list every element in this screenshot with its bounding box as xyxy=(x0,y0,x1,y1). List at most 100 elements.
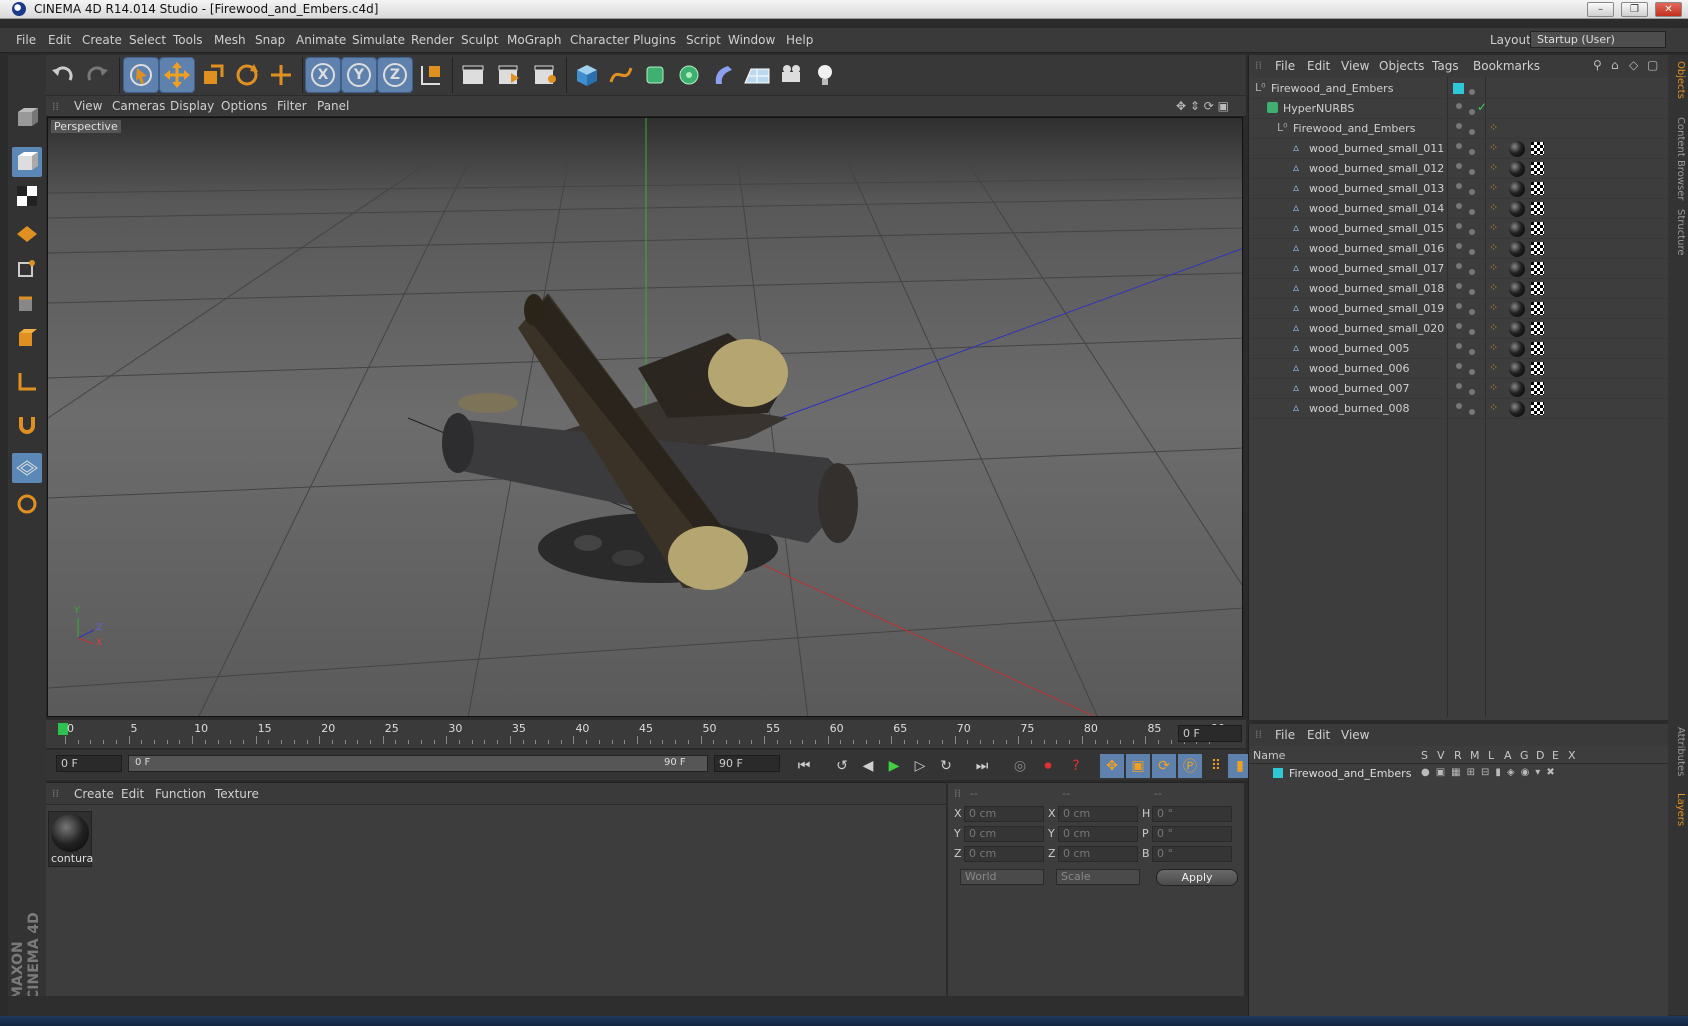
render-visibility-dot[interactable] xyxy=(1469,229,1475,235)
texture-tag-icon[interactable] xyxy=(1531,222,1544,235)
frame-range-slider[interactable]: 0 F 90 F xyxy=(128,755,708,772)
minimize-button[interactable]: – xyxy=(1587,2,1614,17)
layer-row[interactable]: Firewood_and_Embers ●▣▦⊞⊟▮◈◉▾✖ xyxy=(1249,765,1669,783)
editor-visibility-dot[interactable] xyxy=(1456,143,1462,149)
object-row[interactable]: ▵ wood_burned_small_017 ⁘ xyxy=(1249,259,1669,279)
object-name[interactable]: wood_burned_small_016 xyxy=(1309,242,1444,255)
menu-window[interactable]: Window xyxy=(728,33,775,47)
phong-tag-icon[interactable]: ⁘ xyxy=(1489,161,1498,174)
object-name[interactable]: wood_burned_005 xyxy=(1309,342,1409,355)
object-row[interactable]: ▵ wood_burned_small_011 ⁘ xyxy=(1249,139,1669,159)
object-row[interactable]: ▵ wood_burned_small_014 ⁘ xyxy=(1249,199,1669,219)
key-pla-icon[interactable]: ⠿ xyxy=(1204,754,1228,778)
deformer-icon[interactable] xyxy=(706,58,740,92)
editor-visibility-dot[interactable] xyxy=(1456,203,1462,209)
timeline-ruler[interactable]: 051015202530354045505560657075808590 0 F xyxy=(46,720,1246,748)
menu-file[interactable]: File xyxy=(16,33,36,47)
viewport-menu-options[interactable]: Options xyxy=(221,99,267,113)
texture-tag-icon[interactable] xyxy=(1531,382,1544,395)
texture-tag-icon[interactable] xyxy=(1531,282,1544,295)
object-name[interactable]: Firewood_and_Embers xyxy=(1271,82,1393,95)
object-row[interactable]: HyperNURBS ✓ xyxy=(1249,99,1669,119)
scale-icon[interactable] xyxy=(196,58,230,92)
render-picture-viewer-icon[interactable] xyxy=(492,58,526,92)
objects-menu-view[interactable]: View xyxy=(1341,59,1369,73)
layer-color-swatch[interactable] xyxy=(1273,768,1283,778)
size-x-field[interactable]: 0 cm xyxy=(1058,806,1138,822)
spline-icon[interactable] xyxy=(604,58,638,92)
go-to-end-icon[interactable]: ⏭ xyxy=(970,754,994,778)
editor-visibility-dot[interactable] xyxy=(1456,303,1462,309)
home-icon[interactable]: ⌂ xyxy=(1611,58,1619,72)
material-tag-icon[interactable] xyxy=(1509,381,1525,397)
end-frame-field[interactable]: 90 F xyxy=(714,755,780,772)
polygons-mode-icon[interactable] xyxy=(12,323,42,353)
object-name[interactable]: wood_burned_small_012 xyxy=(1309,162,1444,175)
phong-tag-icon[interactable]: ⁘ xyxy=(1489,261,1498,274)
model-mode-icon[interactable] xyxy=(12,103,42,133)
render-visibility-dot[interactable] xyxy=(1469,369,1475,375)
object-name[interactable]: wood_burned_small_013 xyxy=(1309,182,1444,195)
live-selection-icon[interactable] xyxy=(123,57,159,93)
key-scale-icon[interactable]: ▣ xyxy=(1126,754,1150,778)
material-tag-icon[interactable] xyxy=(1509,341,1525,357)
key-position-icon[interactable]: ✥ xyxy=(1100,754,1124,778)
object-row[interactable]: ▵ wood_burned_small_019 ⁘ xyxy=(1249,299,1669,319)
editor-visibility-dot[interactable] xyxy=(1456,243,1462,249)
phong-tag-icon[interactable]: ⁘ xyxy=(1489,361,1498,374)
layer-color-tag[interactable] xyxy=(1453,83,1464,94)
side-tab-attributes[interactable]: Attributes xyxy=(1670,727,1686,776)
render-visibility-dot[interactable] xyxy=(1469,249,1475,255)
render-settings-icon[interactable] xyxy=(528,58,562,92)
menu-animate[interactable]: Animate xyxy=(296,33,346,47)
solo-icon[interactable] xyxy=(12,489,42,519)
texture-tag-icon[interactable] xyxy=(1531,362,1544,375)
object-name[interactable]: wood_burned_006 xyxy=(1309,362,1409,375)
menu-select[interactable]: Select xyxy=(129,33,166,47)
menu-snap[interactable]: Snap xyxy=(255,33,285,47)
phong-tag-icon[interactable]: ⁘ xyxy=(1489,341,1498,354)
phong-tag-icon[interactable]: ⁘ xyxy=(1489,301,1498,314)
texture-tag-icon[interactable] xyxy=(1531,322,1544,335)
objects-menu-file[interactable]: File xyxy=(1275,59,1295,73)
phong-tag-icon[interactable]: ⁘ xyxy=(1489,241,1498,254)
texture-tag-icon[interactable] xyxy=(1531,162,1544,175)
phong-tag-icon[interactable]: ⁘ xyxy=(1489,181,1498,194)
z-axis-lock-button[interactable]: Z xyxy=(377,57,413,93)
editor-visibility-dot[interactable] xyxy=(1456,363,1462,369)
object-mode-icon[interactable] xyxy=(12,147,42,177)
viewport-nav-icons[interactable]: ✥ ⇕ ⟳ ▣ xyxy=(1176,99,1229,113)
editor-visibility-dot[interactable] xyxy=(1456,323,1462,329)
object-row[interactable]: ▵ wood_burned_small_016 ⁘ xyxy=(1249,239,1669,259)
render-visibility-dot[interactable] xyxy=(1469,409,1475,415)
menu-character[interactable]: Character xyxy=(570,33,629,47)
x-axis-lock-button[interactable]: X xyxy=(305,57,341,93)
phong-tag-icon[interactable]: ⁘ xyxy=(1489,321,1498,334)
edges-mode-icon[interactable] xyxy=(12,288,42,318)
material-menu-function[interactable]: Function xyxy=(155,787,206,801)
material-tag-icon[interactable] xyxy=(1509,181,1525,197)
viewport-menu-display[interactable]: Display xyxy=(170,99,214,113)
material-tag-icon[interactable] xyxy=(1509,161,1525,177)
editor-visibility-dot[interactable] xyxy=(1456,123,1462,129)
render-visibility-dot[interactable] xyxy=(1469,149,1475,155)
arrow-left-icon[interactable]: ◇ xyxy=(1629,58,1638,72)
object-row[interactable]: ▵ wood_burned_007 ⁘ xyxy=(1249,379,1669,399)
side-tab-content-browser[interactable]: Content Browser xyxy=(1670,117,1686,200)
key-parameter-icon[interactable]: Ⓟ xyxy=(1178,754,1202,778)
render-view-icon[interactable] xyxy=(456,58,490,92)
material-tag-icon[interactable] xyxy=(1509,401,1525,417)
move-icon[interactable] xyxy=(159,57,195,93)
coordinate-system-icon[interactable] xyxy=(414,58,448,92)
viewport-menu-view[interactable]: View xyxy=(74,99,102,113)
objects-menu-objects[interactable]: Objects xyxy=(1379,59,1424,73)
size-z-field[interactable]: 0 cm xyxy=(1058,846,1138,862)
layers-menu-file[interactable]: File xyxy=(1275,728,1295,742)
menu-create[interactable]: Create xyxy=(82,33,122,47)
start-frame-field[interactable]: 0 F xyxy=(56,755,122,772)
phong-tag-icon[interactable]: ⁘ xyxy=(1489,201,1498,214)
render-visibility-dot[interactable] xyxy=(1469,189,1475,195)
object-row[interactable]: ▵ wood_burned_small_012 ⁘ xyxy=(1249,159,1669,179)
object-name[interactable]: wood_burned_008 xyxy=(1309,402,1409,415)
layer-toggle-icons[interactable]: ●▣▦⊞⊟▮◈◉▾✖ xyxy=(1421,767,1561,778)
